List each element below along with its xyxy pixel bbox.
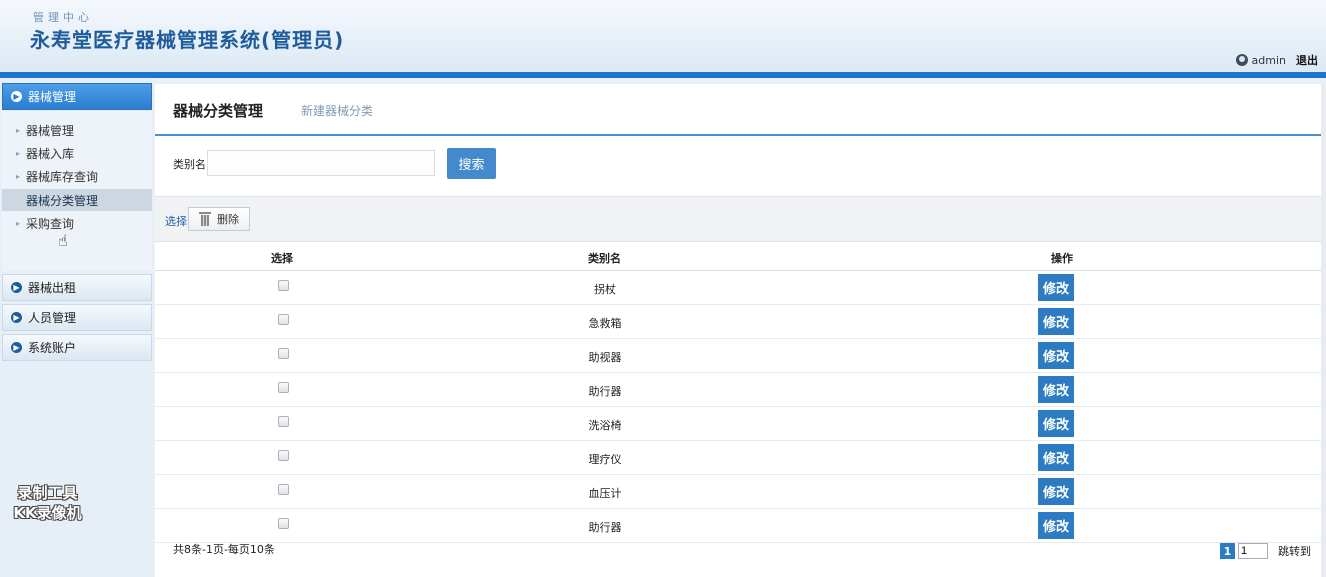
page-jump-input[interactable] <box>1238 543 1268 559</box>
jump-to-label[interactable]: 跳转到 <box>1278 543 1311 559</box>
table-row: 急救箱 修改 <box>155 305 1321 339</box>
header-divider <box>0 72 1326 78</box>
watermark-line: 录制工具 <box>17 484 78 502</box>
delete-label: 删除 <box>217 213 239 226</box>
bullet-arrow-icon: ▸ <box>16 148 21 158</box>
category-name: 洗浴椅 <box>588 419 622 432</box>
logout-link[interactable]: 退出 <box>1296 52 1318 68</box>
username: admin <box>1251 53 1286 67</box>
search-bar: 类别名 搜索 <box>155 138 1321 196</box>
row-checkbox[interactable] <box>278 416 289 427</box>
row-checkbox[interactable] <box>278 484 289 495</box>
row-checkbox[interactable] <box>278 450 289 461</box>
watermark-line: KK录像机 <box>13 504 82 522</box>
sidebar-section-equipment[interactable]: ▶ 器械管理 <box>2 83 152 110</box>
search-button[interactable]: 搜索 <box>447 148 496 179</box>
sidebar-item-label: 器械管理 <box>26 123 75 138</box>
sidebar-section-personnel[interactable]: ▶ 人员管理 <box>2 304 152 331</box>
tab-category-manage[interactable]: 器械分类管理 <box>173 100 263 121</box>
sidebar-item-label: 器械分类管理 <box>26 193 99 208</box>
edit-button[interactable]: 修改 <box>1038 512 1074 539</box>
category-name: 理疗仪 <box>588 453 622 466</box>
search-label: 类别名 <box>173 158 206 171</box>
table-row: 助行器 修改 <box>155 373 1321 407</box>
sidebar-section-accounts[interactable]: ▶ 系统账户 <box>2 334 152 361</box>
edit-button[interactable]: 修改 <box>1038 410 1074 437</box>
sidebar-section-rental[interactable]: ▶ 器械出租 <box>2 274 152 301</box>
sidebar-submenu: ▸ 器械管理 ▸ 器械入库 ▸ 器械库存查询 ▸ 器械分类管理 ▸ 采购查询 <box>2 111 152 271</box>
edit-button[interactable]: 修改 <box>1038 274 1074 301</box>
category-table: 选择 类别名 操作 拐杖 修改 急救箱 修改 助视器 修改 助行器 修改 洗浴椅 修改 理疗仪 修改血… <box>155 242 1321 543</box>
arrow-circle-icon: ▶ <box>11 282 22 293</box>
edit-button[interactable]: 修改 <box>1038 444 1074 471</box>
bullet-arrow-icon: ▸ <box>16 125 21 135</box>
app-title: 永寿堂医疗器械管理系统(管理员) <box>30 28 345 52</box>
arrow-circle-icon: ▶ <box>11 312 22 323</box>
edit-button[interactable]: 修改 <box>1038 342 1074 369</box>
trash-icon <box>199 212 211 226</box>
table-header: 选择 类别名 操作 <box>155 242 1321 271</box>
bullet-arrow-icon: ▸ <box>16 171 21 181</box>
category-search-input[interactable] <box>207 150 435 176</box>
row-checkbox[interactable] <box>278 518 289 529</box>
category-name: 拐杖 <box>594 283 616 296</box>
arrow-circle-icon: ▶ <box>11 342 22 353</box>
pagination-info: 共8条-1页-每页10条 <box>173 543 275 556</box>
category-name: 助行器 <box>588 385 622 398</box>
sidebar-item-label: 器械库存查询 <box>26 169 99 184</box>
sidebar-item-inventory-query[interactable]: ▸ 器械库存查询 <box>2 165 152 187</box>
row-checkbox[interactable] <box>278 382 289 393</box>
sidebar-item-stock-in[interactable]: ▸ 器械入库 <box>2 142 152 164</box>
category-name: 助视器 <box>588 351 622 364</box>
arrow-circle-icon: ▶ <box>11 91 22 102</box>
category-name: 血压计 <box>588 487 622 500</box>
pagination: 1 跳转到 <box>1220 543 1311 559</box>
user-area: admin 退出 <box>1235 52 1318 68</box>
row-checkbox[interactable] <box>278 314 289 325</box>
table-row: 洗浴椅 修改 <box>155 407 1321 441</box>
bullet-arrow-icon: ▸ <box>16 218 21 228</box>
row-checkbox[interactable] <box>278 280 289 291</box>
category-name: 急救箱 <box>588 317 622 330</box>
sidebar-item-label: 器械入库 <box>26 146 75 161</box>
sidebar-section-label: 系统账户 <box>28 341 77 355</box>
app-header: 管理中心 永寿堂医疗器械管理系统(管理员) admin 退出 <box>0 0 1326 72</box>
table-row: 助视器 修改 <box>155 339 1321 373</box>
sidebar-section-label: 器械管理 <box>28 90 77 104</box>
table-row: 理疗仪 修改 <box>155 441 1321 475</box>
user-icon <box>1235 54 1248 66</box>
header-subtitle: 管理中心 <box>33 11 93 24</box>
table-row: 拐杖 修改 <box>155 271 1321 305</box>
scrollbar[interactable] <box>1321 84 1326 577</box>
sidebar-section-label: 器械出租 <box>28 281 77 295</box>
main-panel: 器械分类管理 新建器械分类 类别名 搜索 选择 删除 选择 类别名 操作 拐杖修… <box>155 84 1321 577</box>
table-row: 助行器 修改 <box>155 509 1321 543</box>
sidebar-item-label: 采购查询 <box>26 216 75 231</box>
sidebar-section-label: 人员管理 <box>28 311 77 325</box>
column-header-select: 选择 <box>271 252 293 265</box>
row-checkbox[interactable] <box>278 348 289 359</box>
table-toolbar: 选择 删除 <box>155 196 1321 242</box>
category-name: 助行器 <box>588 521 622 534</box>
page-number-current[interactable]: 1 <box>1220 543 1235 559</box>
recorder-watermark: 录制工具 KK录像机 <box>0 483 95 523</box>
table-row: 血压计 修改 <box>155 475 1321 509</box>
delete-button[interactable]: 删除 <box>188 207 250 231</box>
sidebar-item-purchase-query[interactable]: ▸ 采购查询 <box>2 212 152 234</box>
edit-button[interactable]: 修改 <box>1038 308 1074 335</box>
hand-cursor-icon: ☝ <box>58 231 68 250</box>
column-header-action: 操作 <box>1051 252 1073 265</box>
tab-bar: 器械分类管理 新建器械分类 <box>155 84 1321 136</box>
tab-new-category[interactable]: 新建器械分类 <box>301 102 373 119</box>
sidebar-item-category-manage[interactable]: ▸ 器械分类管理 <box>2 189 152 211</box>
table-body: 拐杖 修改 急救箱 修改 助视器 修改 助行器 修改 洗浴椅 修改 理疗仪 修改 血压计 修改 助行器 修改 <box>155 271 1321 543</box>
edit-button[interactable]: 修改 <box>1038 478 1074 505</box>
select-all-link[interactable]: 选择 <box>165 213 187 229</box>
column-header-name: 类别名 <box>588 252 621 265</box>
sidebar-item-equipment-manage[interactable]: ▸ 器械管理 <box>2 119 152 141</box>
edit-button[interactable]: 修改 <box>1038 376 1074 403</box>
